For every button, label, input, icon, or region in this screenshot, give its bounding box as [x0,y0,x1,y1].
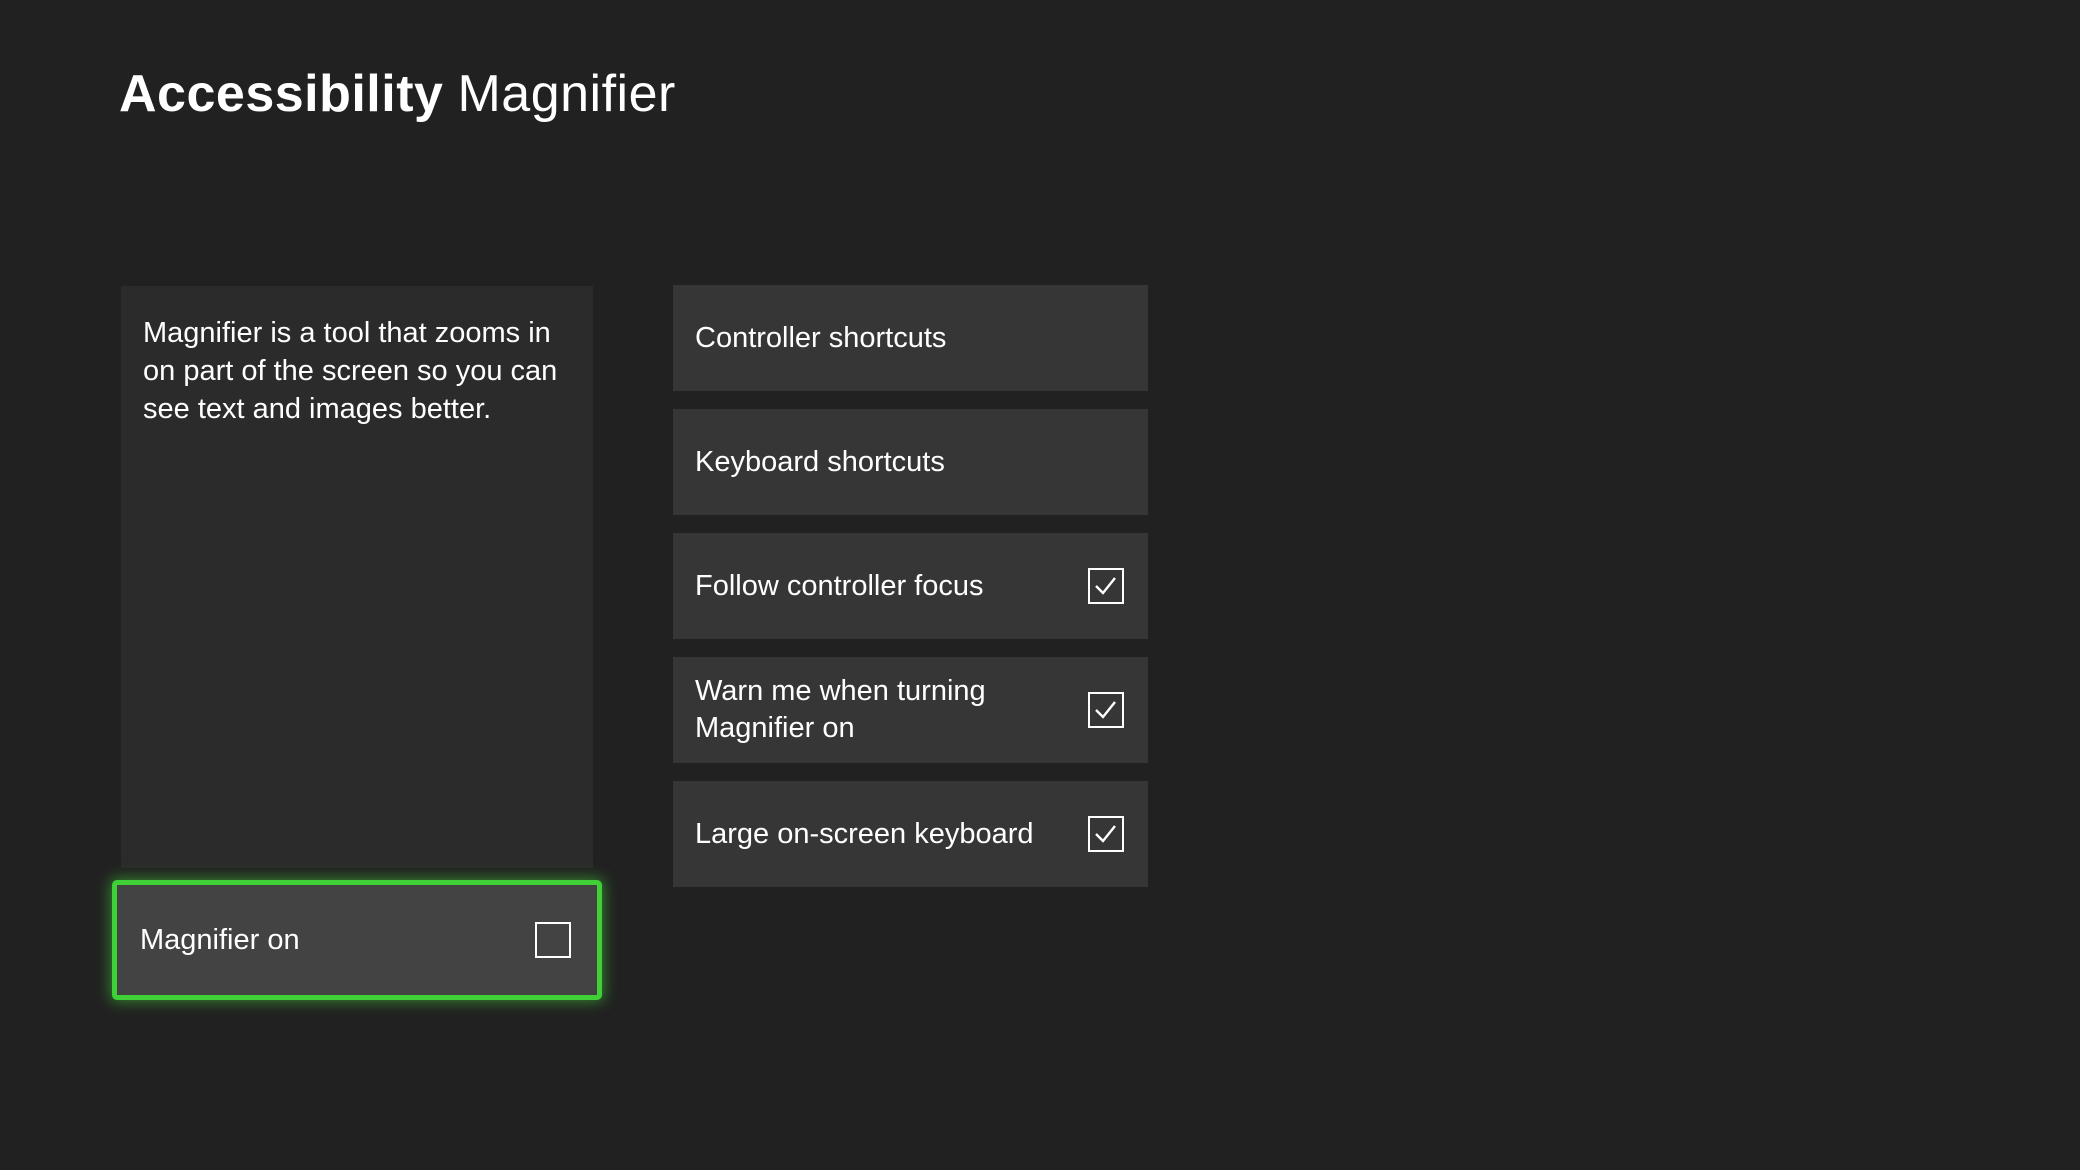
magnifier-settings-page: Accessibility Magnifier Magnifier is a to… [0,0,2080,1170]
large-onscreen-keyboard-checkbox[interactable] [1088,816,1124,852]
controller-shortcuts-label: Controller shortcuts [695,321,947,354]
warn-magnifier-on-checkbox[interactable] [1088,692,1124,728]
description-text: Magnifier is a tool that zooms in on par… [143,317,558,425]
page-title: Accessibility Magnifier [119,62,676,126]
magnifier-on-checkbox[interactable] [535,922,571,958]
options-list: Controller shortcuts Keyboard shortcuts … [673,285,1148,905]
warn-magnifier-on-toggle[interactable]: Warn me when turning Magnifier on [673,657,1148,763]
magnifier-on-label: Magnifier on [140,923,300,956]
checkmark-icon [1095,825,1116,843]
warn-magnifier-on-label: Warn me when turning Magnifier on [695,675,986,744]
large-onscreen-keyboard-label: Large on-screen keyboard [695,817,1034,850]
magnifier-on-toggle[interactable]: Magnifier on [112,880,602,1000]
large-onscreen-keyboard-toggle[interactable]: Large on-screen keyboard [673,781,1148,887]
follow-controller-focus-toggle[interactable]: Follow controller focus [673,533,1148,639]
controller-shortcuts-button[interactable]: Controller shortcuts [673,285,1148,391]
description-panel: Magnifier is a tool that zooms in on par… [121,286,593,868]
follow-controller-focus-label: Follow controller focus [695,569,984,602]
keyboard-shortcuts-label: Keyboard shortcuts [695,445,945,478]
checkmark-icon [1095,577,1116,595]
keyboard-shortcuts-button[interactable]: Keyboard shortcuts [673,409,1148,515]
follow-controller-focus-checkbox[interactable] [1088,568,1124,604]
page-title-subsection: Magnifier [457,65,676,123]
checkmark-icon [1095,701,1116,719]
page-title-section: Accessibility [119,65,444,123]
